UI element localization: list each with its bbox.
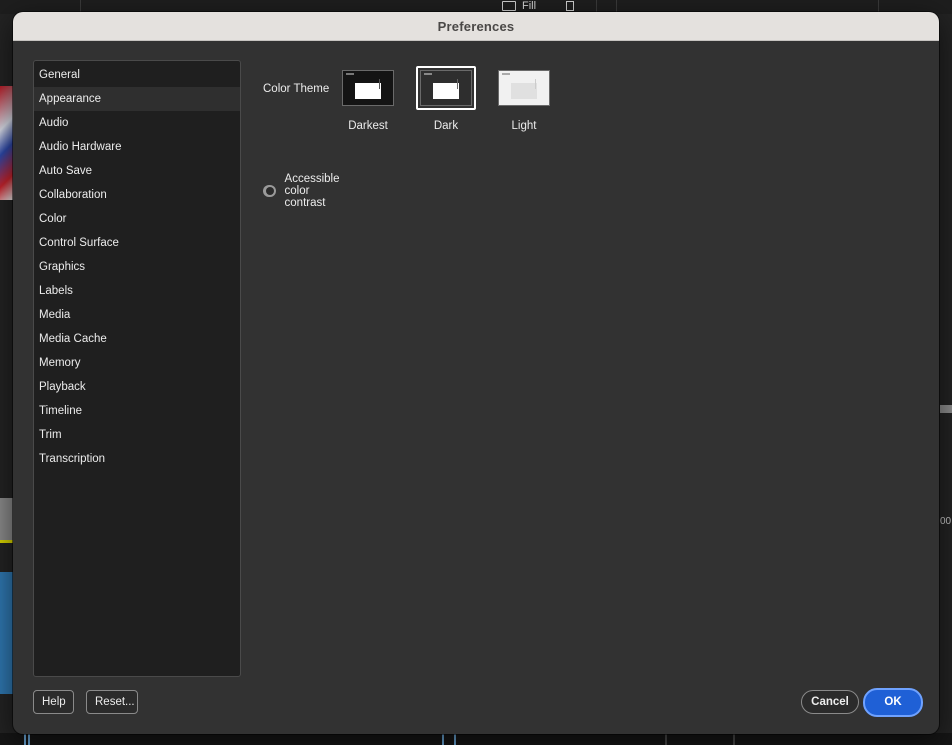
background-marker [28, 734, 30, 745]
preview-canvas [433, 83, 459, 99]
sidebar-item-timeline[interactable]: Timeline [34, 399, 240, 423]
sidebar-item-labels[interactable]: Labels [34, 279, 240, 303]
preview-window-dots [424, 73, 432, 75]
theme-swatch-light[interactable] [494, 66, 554, 110]
background-marker [454, 734, 456, 745]
sidebar-item-audio[interactable]: Audio [34, 111, 240, 135]
preview-controls [535, 79, 546, 89]
help-button[interactable]: Help [33, 690, 74, 714]
preview-canvas [355, 83, 381, 99]
background-marker [24, 734, 26, 745]
theme-option-light[interactable]: Light [491, 66, 557, 132]
preferences-sidebar: General Appearance Audio Audio Hardware … [33, 60, 241, 677]
theme-preview-light [498, 70, 550, 106]
fill-toggle-icon [566, 1, 575, 11]
sidebar-item-color[interactable]: Color [34, 207, 240, 231]
cancel-button[interactable]: Cancel [801, 690, 859, 714]
background-playhead [0, 540, 13, 543]
accessible-contrast-row: Accessible color contrast [263, 173, 351, 209]
sidebar-item-playback[interactable]: Playback [34, 375, 240, 399]
color-theme-label: Color Theme [263, 83, 330, 95]
preview-controls [379, 79, 390, 89]
dialog-title: Preferences [437, 18, 515, 34]
background-marker [733, 734, 735, 745]
background-scroll-handle [940, 405, 952, 413]
background-marker [665, 734, 667, 745]
preferences-dialog: Preferences General Appearance Audio Aud… [13, 12, 939, 734]
fill-control: Fill [502, 0, 575, 12]
sidebar-item-memory[interactable]: Memory [34, 351, 240, 375]
theme-name-darkest: Darkest [348, 120, 388, 132]
background-panel [0, 498, 13, 542]
ok-button[interactable]: OK [863, 688, 923, 717]
fill-label: Fill [522, 0, 537, 12]
background-thumbnail [0, 86, 13, 200]
sidebar-item-general[interactable]: General [34, 63, 240, 87]
accessible-contrast-label: Accessible color contrast [284, 173, 340, 209]
theme-preview-dark [420, 70, 472, 106]
sidebar-item-trim[interactable]: Trim [34, 423, 240, 447]
background-timeline-footer [0, 733, 952, 745]
theme-preview-darkest [342, 70, 394, 106]
theme-name-dark: Dark [433, 120, 459, 132]
background-marker [442, 734, 444, 745]
theme-option-dark[interactable]: Dark [413, 66, 479, 132]
theme-option-darkest[interactable]: Darkest [335, 66, 401, 132]
preview-canvas [511, 83, 537, 99]
sidebar-item-media[interactable]: Media [34, 303, 240, 327]
preview-window-dots [502, 73, 510, 75]
reset-button[interactable]: Reset... [86, 690, 138, 714]
sidebar-item-appearance[interactable]: Appearance [34, 87, 240, 111]
theme-swatch-dark[interactable] [416, 66, 476, 110]
sidebar-item-control-surface[interactable]: Control Surface [34, 231, 240, 255]
accessible-contrast-toggle[interactable] [263, 185, 276, 197]
background-clip [0, 572, 13, 694]
preview-window-dots [346, 73, 354, 75]
theme-name-light: Light [511, 120, 537, 132]
fill-icon [502, 1, 516, 11]
toggle-knob [265, 187, 274, 195]
sidebar-item-audio-hardware[interactable]: Audio Hardware [34, 135, 240, 159]
background-timecode: 00 [940, 516, 952, 527]
dialog-titlebar[interactable]: Preferences [13, 12, 939, 41]
sidebar-item-collaboration[interactable]: Collaboration [34, 183, 240, 207]
sidebar-item-auto-save[interactable]: Auto Save [34, 159, 240, 183]
sidebar-item-transcription[interactable]: Transcription [34, 447, 240, 471]
theme-swatch-darkest[interactable] [338, 66, 398, 110]
sidebar-item-graphics[interactable]: Graphics [34, 255, 240, 279]
sidebar-item-media-cache[interactable]: Media Cache [34, 327, 240, 351]
preview-controls [457, 79, 468, 89]
